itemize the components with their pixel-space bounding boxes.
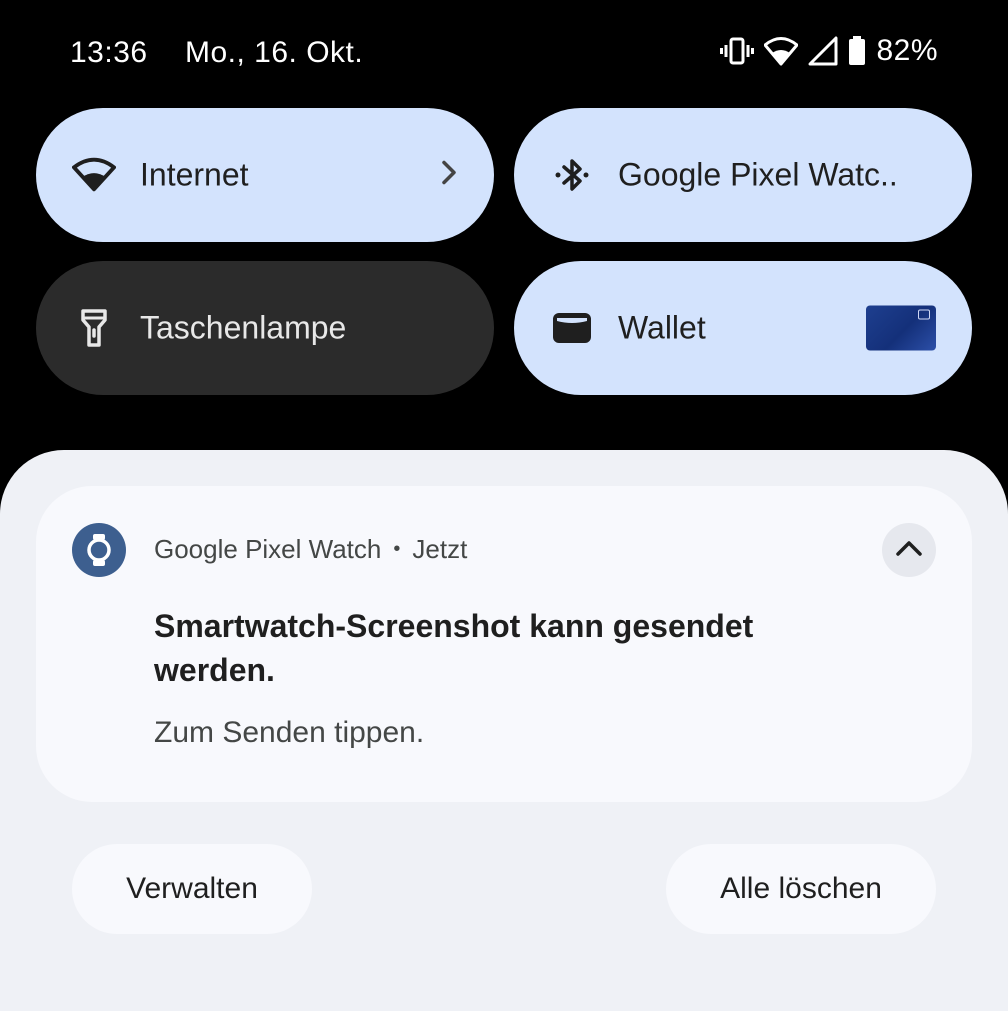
manage-button[interactable]: Verwalten	[72, 844, 312, 934]
notification-app-name: Google Pixel Watch	[154, 534, 382, 564]
vibrate-icon	[720, 36, 755, 66]
status-bar: 13:36 Mo., 16. Okt. 82%	[0, 0, 1008, 100]
watch-icon	[72, 523, 126, 577]
tile-internet-label: Internet	[140, 156, 249, 193]
header-separator: •	[393, 538, 401, 560]
notification-time: Jetzt	[412, 534, 468, 564]
chevron-right-icon	[440, 160, 458, 191]
wifi-icon	[764, 36, 799, 66]
tile-wallet[interactable]: Wallet	[514, 261, 972, 395]
chevron-up-icon	[895, 539, 923, 562]
wifi-icon	[72, 153, 116, 197]
status-time: 13:36	[70, 36, 148, 69]
tile-flashlight[interactable]: Taschenlampe	[36, 261, 494, 395]
tile-flashlight-label: Taschenlampe	[140, 309, 347, 346]
tile-bluetooth-label: Google Pixel Watc..	[618, 156, 898, 193]
notification-title: Smartwatch-Screenshot kann gesendet werd…	[154, 608, 754, 688]
wallet-icon	[550, 306, 594, 350]
collapse-button[interactable]	[882, 523, 936, 577]
flashlight-icon	[72, 306, 116, 350]
credit-card-thumbnail	[866, 305, 936, 351]
battery-percent: 82%	[876, 34, 938, 67]
clear-all-button[interactable]: Alle löschen	[666, 844, 936, 934]
notification-header: Google Pixel Watch • Jetzt	[154, 534, 467, 565]
tile-bluetooth-device[interactable]: Google Pixel Watc..	[514, 108, 972, 242]
notification-text: Zum Senden tippen.	[154, 716, 425, 749]
bluetooth-icon	[550, 153, 594, 197]
cell-signal-icon	[808, 36, 838, 66]
status-icons: 82%	[720, 34, 938, 68]
tile-wallet-label: Wallet	[618, 309, 706, 346]
notification-card[interactable]: Google Pixel Watch • Jetzt Smartwatch-Sc…	[36, 486, 972, 802]
battery-icon	[848, 36, 866, 66]
status-date: Mo., 16. Okt.	[185, 36, 364, 69]
tile-internet[interactable]: Internet	[36, 108, 494, 242]
